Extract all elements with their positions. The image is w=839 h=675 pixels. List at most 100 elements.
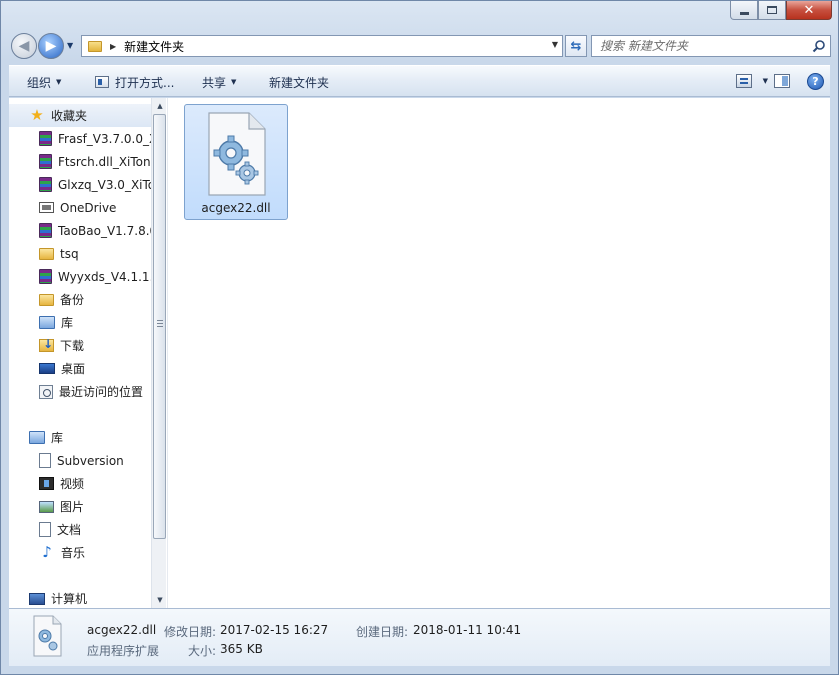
nav-item-label: Glxzq_V3.0_XiTongZhiJia [58,177,151,192]
nav-item-label: tsq [60,246,79,261]
forward-button[interactable]: ▶ [38,33,64,59]
window-caption-buttons: ✕ [730,1,832,20]
details-created-label: 创建日期: [356,625,409,639]
nav-item-backup[interactable]: 备份 [9,288,151,311]
view-options-dropdown[interactable]: ▼ [763,77,768,85]
share-label: 共享 [202,75,227,90]
nav-item-label: Ftsrch.dll_XiTongZhiJia [58,154,151,169]
scroll-down-icon[interactable]: ▼ [152,592,166,608]
help-icon[interactable]: ? [807,73,824,90]
breadcrumb-current[interactable]: 新建文件夹 [124,38,184,55]
nav-item-library[interactable]: 库 [9,311,151,334]
document-library-icon [39,453,51,468]
address-bar[interactable]: ▶ 新建文件夹 ▼ [81,35,563,57]
organize-label: 组织 [27,75,52,90]
nav-item-label: 桌面 [61,362,86,376]
details-size-label: 大小: [188,644,217,658]
file-item-acgex22[interactable]: acgex22.dll [184,104,288,220]
chevron-down-icon: ▼ [231,78,237,86]
nav-computer[interactable]: 计算机 [9,587,151,608]
scroll-up-icon[interactable]: ▲ [152,98,166,114]
address-history-dropdown[interactable]: ▼ [552,40,558,49]
minimize-button[interactable] [730,1,758,20]
nav-item-onedrive[interactable]: OneDrive [9,196,151,219]
nav-item-frasf[interactable]: Frasf_V3.7.0.0_XiTongZhiJia [9,127,151,150]
refresh-icon: ⇆ [570,38,582,54]
details-modified-label: 修改日期: [164,625,217,639]
nav-item-desktop[interactable]: 桌面 [9,357,151,380]
nav-item-label: 图片 [60,500,85,514]
folder-icon [88,40,102,52]
rar-archive-icon [39,223,52,238]
music-icon: ♪ [42,543,52,561]
details-size-value: 365 KB [220,642,263,656]
recent-pages-dropdown[interactable]: ▼ [67,41,73,50]
nav-item-ftsrch[interactable]: Ftsrch.dll_XiTongZhiJia [9,150,151,173]
search-box[interactable] [591,35,831,57]
nav-item-glxzq[interactable]: Glxzq_V3.0_XiTongZhiJia [9,173,151,196]
folder-icon [39,247,54,260]
documents-icon [39,522,51,537]
nav-item-downloads[interactable]: 下载 [9,334,151,357]
address-row: ◀ ▶ ▼ ▶ 新建文件夹 ▼ ⇆ [9,31,831,61]
nav-item-label: 备份 [60,293,85,307]
nav-item-tsq[interactable]: tsq [9,242,151,265]
organize-button[interactable]: 组织 ▼ [27,66,61,98]
share-button[interactable]: 共享 ▼ [202,66,236,98]
nav-item-music[interactable]: ♪ 音乐 [9,541,151,564]
details-created-value: 2018-01-11 10:41 [413,623,522,637]
nav-favorites-label: 收藏夹 [51,109,88,123]
nav-item-pictures[interactable]: 图片 [9,495,151,518]
library-icon [39,316,55,329]
maximize-button[interactable] [758,1,786,20]
details-file-name: acgex22.dll [87,623,157,637]
details-modified-value: 2017-02-15 16:27 [220,623,329,637]
downloads-icon [39,337,54,352]
breadcrumb-chevron-icon[interactable]: ▶ [110,42,116,51]
back-button[interactable]: ◀ [11,33,37,59]
nav-item-label: 音乐 [61,546,86,560]
new-folder-button[interactable]: 新建文件夹 [269,66,329,98]
nav-item-taobao[interactable]: TaoBao_V1.7.8.0 [9,219,151,242]
recent-places-icon [39,384,53,399]
nav-item-recent-places[interactable]: 最近访问的位置 [9,380,151,403]
details-pane: acgex22.dll 应用程序扩展 修改日期: 2017-02-15 16:2… [9,608,830,666]
nav-item-wyyxds[interactable]: Wyyxds_V4.1.1.0 [9,265,151,288]
nav-favorites[interactable]: ★ 收藏夹 [9,104,151,127]
computer-icon [29,592,45,605]
star-icon: ★ [30,106,44,124]
nav-libraries-label: 库 [51,431,64,445]
file-list-area[interactable]: acgex22.dll [167,98,830,608]
change-view-icon[interactable] [736,74,752,88]
refresh-button[interactable]: ⇆ [565,35,587,57]
new-folder-label: 新建文件夹 [269,75,330,90]
nav-item-label: 最近访问的位置 [59,385,144,399]
preview-pane-icon[interactable] [774,74,790,88]
onedrive-icon [39,202,54,213]
rar-archive-icon [39,269,52,284]
close-icon: ✕ [803,2,815,18]
folder-icon [39,293,54,306]
open-with-label: 打开方式... [115,75,175,90]
close-button[interactable]: ✕ [786,1,832,20]
navigation-pane: ★ 收藏夹 Frasf_V3.7.0.0_XiTongZhiJia Ftsrch… [9,98,166,608]
open-with-button[interactable]: 打开方式... [95,66,174,98]
search-icon[interactable] [812,39,826,53]
rar-archive-icon [39,177,52,192]
nav-item-label: Frasf_V3.7.0.0_XiTongZhiJia [58,131,151,146]
search-input[interactable] [600,39,810,53]
command-bar: 组织 ▼ 打开方式... 共享 ▼ 新建文件夹 ▼ ? [9,65,830,97]
nav-item-label: 下载 [60,339,85,353]
desktop-icon [39,363,55,374]
dll-file-icon [33,615,62,657]
nav-item-documents[interactable]: 文档 [9,518,151,541]
scrollbar-thumb[interactable] [153,114,166,539]
details-file-type: 应用程序扩展 [87,644,160,658]
nav-scrollbar[interactable]: ▲ ▼ [151,98,166,608]
nav-item-label: Subversion [57,453,124,468]
nav-libraries[interactable]: 库 [9,426,151,449]
nav-item-subversion[interactable]: Subversion [9,449,151,472]
nav-item-videos[interactable]: 视频 [9,472,151,495]
navigation-tree: ★ 收藏夹 Frasf_V3.7.0.0_XiTongZhiJia Ftsrch… [9,104,151,608]
